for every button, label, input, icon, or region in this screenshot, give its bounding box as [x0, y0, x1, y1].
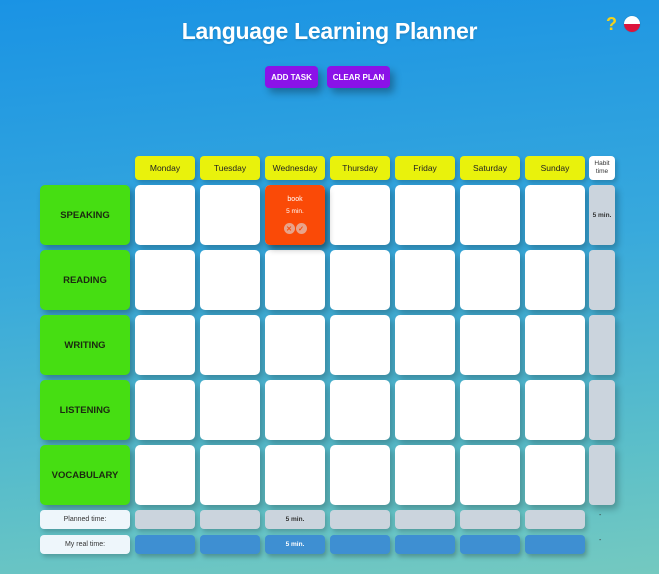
planner-cell[interactable]	[265, 445, 325, 505]
planner-cell[interactable]	[525, 315, 585, 375]
planner-cell[interactable]	[395, 185, 455, 245]
planned-time-cell	[525, 510, 585, 529]
check-circle-icon[interactable]: ✓	[295, 223, 307, 234]
day-header-monday: Monday	[135, 156, 195, 180]
planner-cell[interactable]	[200, 315, 260, 375]
day-header-wednesday: Wednesday	[265, 156, 325, 180]
planner-cell[interactable]	[395, 250, 455, 310]
habit-cell-vocabulary	[589, 445, 615, 505]
planner-cell[interactable]	[200, 185, 260, 245]
planned-time-total: -	[599, 512, 602, 519]
real-time-label: My real time:	[40, 535, 130, 554]
real-time-cell[interactable]	[525, 535, 585, 554]
planner-cell[interactable]	[330, 315, 390, 375]
planner-cell[interactable]	[135, 315, 195, 375]
planned-time-cell	[135, 510, 195, 529]
planner-cell[interactable]	[525, 445, 585, 505]
planned-time-cell	[200, 510, 260, 529]
planner-cell[interactable]	[330, 380, 390, 440]
day-header-saturday: Saturday	[460, 156, 520, 180]
planned-time-cell	[330, 510, 390, 529]
habit-time-header: Habit time	[589, 156, 615, 180]
real-time-cell[interactable]	[135, 535, 195, 554]
day-header-sunday: Sunday	[525, 156, 585, 180]
planner-cell[interactable]	[135, 250, 195, 310]
planner-cell[interactable]	[460, 250, 520, 310]
habit-cell-writing	[589, 315, 615, 375]
skill-vocabulary[interactable]: VOCABULARY	[40, 445, 130, 505]
planner-cell[interactable]	[200, 250, 260, 310]
day-header-thursday: Thursday	[330, 156, 390, 180]
planner-cell[interactable]	[525, 185, 585, 245]
add-task-button[interactable]: ADD TASK	[265, 66, 318, 88]
planner-cell[interactable]	[265, 315, 325, 375]
task-card[interactable]: book 5 min. ✕ ✓	[265, 185, 325, 245]
habit-cell-listening	[589, 380, 615, 440]
task-name: book	[287, 196, 303, 203]
planner-cell[interactable]	[135, 380, 195, 440]
planner-cell[interactable]	[525, 250, 585, 310]
help-icon[interactable]: ?	[606, 14, 617, 35]
real-time-total: -	[599, 537, 602, 544]
planner-cell[interactable]	[330, 250, 390, 310]
real-time-cell[interactable]	[330, 535, 390, 554]
skill-writing[interactable]: WRITING	[40, 315, 130, 375]
planned-time-cell	[460, 510, 520, 529]
day-header-tuesday: Tuesday	[200, 156, 260, 180]
planner-cell[interactable]	[200, 380, 260, 440]
planner-cell[interactable]	[395, 315, 455, 375]
habit-cell-speaking: 5 min.	[589, 185, 615, 245]
skill-listening[interactable]: LISTENING	[40, 380, 130, 440]
planner-cell[interactable]	[460, 185, 520, 245]
planned-time-label: Planned time:	[40, 510, 130, 529]
skill-reading[interactable]: READING	[40, 250, 130, 310]
task-time: 5 min.	[286, 208, 304, 215]
close-circle-icon[interactable]: ✕	[283, 223, 295, 234]
planner-cell[interactable]	[200, 445, 260, 505]
planned-time-cell: 5 min.	[265, 510, 325, 529]
real-time-cell[interactable]	[460, 535, 520, 554]
clear-plan-button[interactable]: CLEAR PLAN	[327, 66, 390, 88]
planner-cell[interactable]	[330, 445, 390, 505]
poland-flag-icon[interactable]	[624, 16, 640, 32]
planner-cell[interactable]	[135, 185, 195, 245]
page-title: Language Learning Planner	[181, 18, 478, 44]
planner-cell[interactable]	[395, 445, 455, 505]
day-header-friday: Friday	[395, 156, 455, 180]
planner-cell[interactable]	[135, 445, 195, 505]
planner-cell[interactable]	[395, 380, 455, 440]
real-time-cell[interactable]	[200, 535, 260, 554]
planner-cell[interactable]	[525, 380, 585, 440]
habit-cell-reading	[589, 250, 615, 310]
skill-speaking[interactable]: SPEAKING	[40, 185, 130, 245]
planner-cell[interactable]	[265, 380, 325, 440]
planner-cell[interactable]	[330, 185, 390, 245]
planner-cell[interactable]	[265, 250, 325, 310]
planned-time-cell	[395, 510, 455, 529]
planner-cell[interactable]	[460, 445, 520, 505]
planner-cell[interactable]	[460, 315, 520, 375]
planner-cell[interactable]	[460, 380, 520, 440]
real-time-cell[interactable]	[395, 535, 455, 554]
real-time-cell[interactable]: 5 min.	[265, 535, 325, 554]
